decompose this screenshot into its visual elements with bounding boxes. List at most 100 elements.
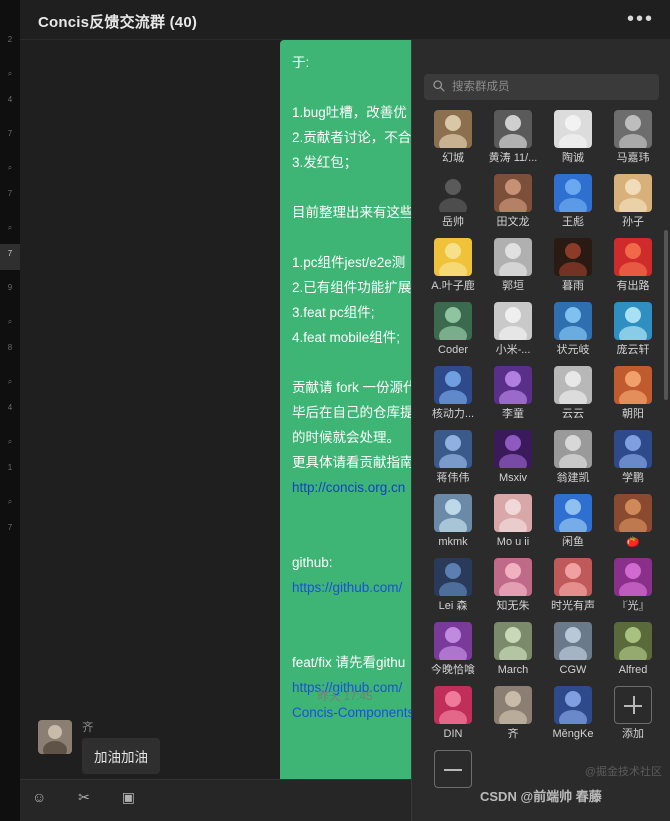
rail-item-1[interactable]: ⌕ — [0, 64, 20, 84]
avatar[interactable] — [38, 720, 72, 754]
avatar[interactable] — [494, 366, 532, 404]
rail-item-16[interactable]: 7 — [0, 518, 20, 544]
avatar[interactable] — [434, 558, 472, 596]
avatar[interactable] — [494, 622, 532, 660]
member-cell[interactable]: 朝阳 — [604, 366, 662, 421]
avatar[interactable] — [554, 302, 592, 340]
avatar[interactable] — [554, 686, 592, 724]
panel-scrollbar-track[interactable] — [664, 110, 669, 810]
avatar[interactable] — [494, 686, 532, 724]
bubble-link-4[interactable]: Concis-Components — [292, 705, 414, 720]
member-cell[interactable]: 马嘉玮 — [604, 110, 662, 165]
rail-item-0[interactable]: 2 — [0, 30, 20, 56]
member-cell[interactable]: 田文龙 — [484, 174, 542, 229]
member-cell[interactable]: 云云 — [544, 366, 602, 421]
composer-toolbar[interactable]: ☺ ✂ ▣ — [32, 789, 149, 806]
member-cell[interactable]: 时光有声 — [544, 558, 602, 613]
member-cell[interactable]: 蒋伟伟 — [424, 430, 482, 485]
member-cell[interactable]: A.叶子鹿 — [424, 238, 482, 293]
search-input[interactable] — [450, 74, 650, 100]
rail-item-4[interactable]: ⌕ — [0, 158, 20, 178]
member-cell[interactable]: 齐 — [484, 686, 542, 741]
member-cell[interactable]: 庞云轩 — [604, 302, 662, 357]
avatar[interactable] — [614, 366, 652, 404]
rail-item-7[interactable]: 7 — [0, 244, 20, 270]
remove-member-cell[interactable] — [424, 750, 482, 792]
rail-item-6[interactable]: ⌕ — [0, 218, 20, 238]
member-cell[interactable]: 黄涛 11/... — [484, 110, 542, 165]
member-cell[interactable]: 今晚恰喰 — [424, 622, 482, 677]
avatar[interactable] — [614, 174, 652, 212]
member-cell[interactable]: 知无朱 — [484, 558, 542, 613]
member-cell[interactable]: 孙子 — [604, 174, 662, 229]
member-cell[interactable]: Coder — [424, 302, 482, 357]
avatar[interactable] — [554, 558, 592, 596]
member-cell[interactable]: Msxiv — [484, 430, 542, 485]
member-cell[interactable]: 幻城 — [424, 110, 482, 165]
avatar[interactable] — [494, 494, 532, 532]
avatar[interactable] — [434, 174, 472, 212]
avatar[interactable] — [554, 238, 592, 276]
avatar[interactable] — [614, 110, 652, 148]
member-cell[interactable]: 翁建凯 — [544, 430, 602, 485]
avatar[interactable] — [494, 302, 532, 340]
member-cell[interactable]: CGW — [544, 622, 602, 677]
avatar[interactable] — [434, 366, 472, 404]
member-cell[interactable]: 闲鱼 — [544, 494, 602, 549]
avatar[interactable] — [554, 366, 592, 404]
rail-item-9[interactable]: ⌕ — [0, 312, 20, 332]
member-cell[interactable]: 郭垣 — [484, 238, 542, 293]
bubble-link-1[interactable]: http://concis.org.cn — [292, 480, 405, 495]
rail-item-5[interactable]: 7 — [0, 184, 20, 210]
member-cell[interactable]: 陶诚 — [544, 110, 602, 165]
plus-icon[interactable] — [614, 686, 652, 724]
avatar[interactable] — [434, 686, 472, 724]
search-members-box[interactable] — [424, 74, 659, 100]
member-cell[interactable]: Mo u ii — [484, 494, 542, 549]
member-cell[interactable]: 核动力... — [424, 366, 482, 421]
member-cell[interactable]: 李童 — [484, 366, 542, 421]
member-cell[interactable]: Lei 森 — [424, 558, 482, 613]
minus-icon[interactable] — [434, 750, 472, 788]
avatar[interactable] — [434, 622, 472, 660]
avatar[interactable] — [554, 110, 592, 148]
member-cell[interactable]: 小米-... — [484, 302, 542, 357]
rail-item-13[interactable]: ⌕ — [0, 432, 20, 452]
add-member-cell[interactable]: 添加 — [604, 686, 662, 741]
member-cell[interactable]: MěngKe — [544, 686, 602, 741]
member-cell[interactable]: March — [484, 622, 542, 677]
avatar[interactable] — [614, 430, 652, 468]
member-cell[interactable]: 暮雨 — [544, 238, 602, 293]
member-cell[interactable]: 学鹏 — [604, 430, 662, 485]
rail-item-2[interactable]: 4 — [0, 90, 20, 116]
avatar[interactable] — [554, 494, 592, 532]
avatar[interactable] — [494, 174, 532, 212]
avatar[interactable] — [494, 110, 532, 148]
avatar[interactable] — [434, 302, 472, 340]
avatar[interactable] — [494, 238, 532, 276]
avatar[interactable] — [434, 430, 472, 468]
avatar[interactable] — [554, 430, 592, 468]
avatar[interactable] — [614, 558, 652, 596]
bubble-link-2[interactable]: https://github.com/ — [292, 580, 402, 595]
rail-item-14[interactable]: 1 — [0, 458, 20, 484]
avatar[interactable] — [614, 494, 652, 532]
member-cell[interactable]: 『光』 — [604, 558, 662, 613]
member-cell[interactable]: Alfred — [604, 622, 662, 677]
member-cell[interactable]: mkmk — [424, 494, 482, 549]
rail-item-8[interactable]: 9 — [0, 278, 20, 304]
avatar[interactable] — [494, 430, 532, 468]
avatar[interactable] — [614, 238, 652, 276]
member-cell[interactable]: 岳帅 — [424, 174, 482, 229]
member-cell[interactable]: 状元岐 — [544, 302, 602, 357]
rail-item-3[interactable]: 7 — [0, 124, 20, 150]
avatar[interactable] — [554, 174, 592, 212]
member-cell[interactable]: 🍅 — [604, 494, 662, 549]
rail-item-11[interactable]: ⌕ — [0, 372, 20, 392]
avatar[interactable] — [434, 110, 472, 148]
avatar[interactable] — [554, 622, 592, 660]
rail-item-15[interactable]: ⌕ — [0, 492, 20, 512]
panel-scrollbar-thumb[interactable] — [664, 230, 668, 400]
avatar[interactable] — [434, 238, 472, 276]
member-cell[interactable]: DIN — [424, 686, 482, 741]
